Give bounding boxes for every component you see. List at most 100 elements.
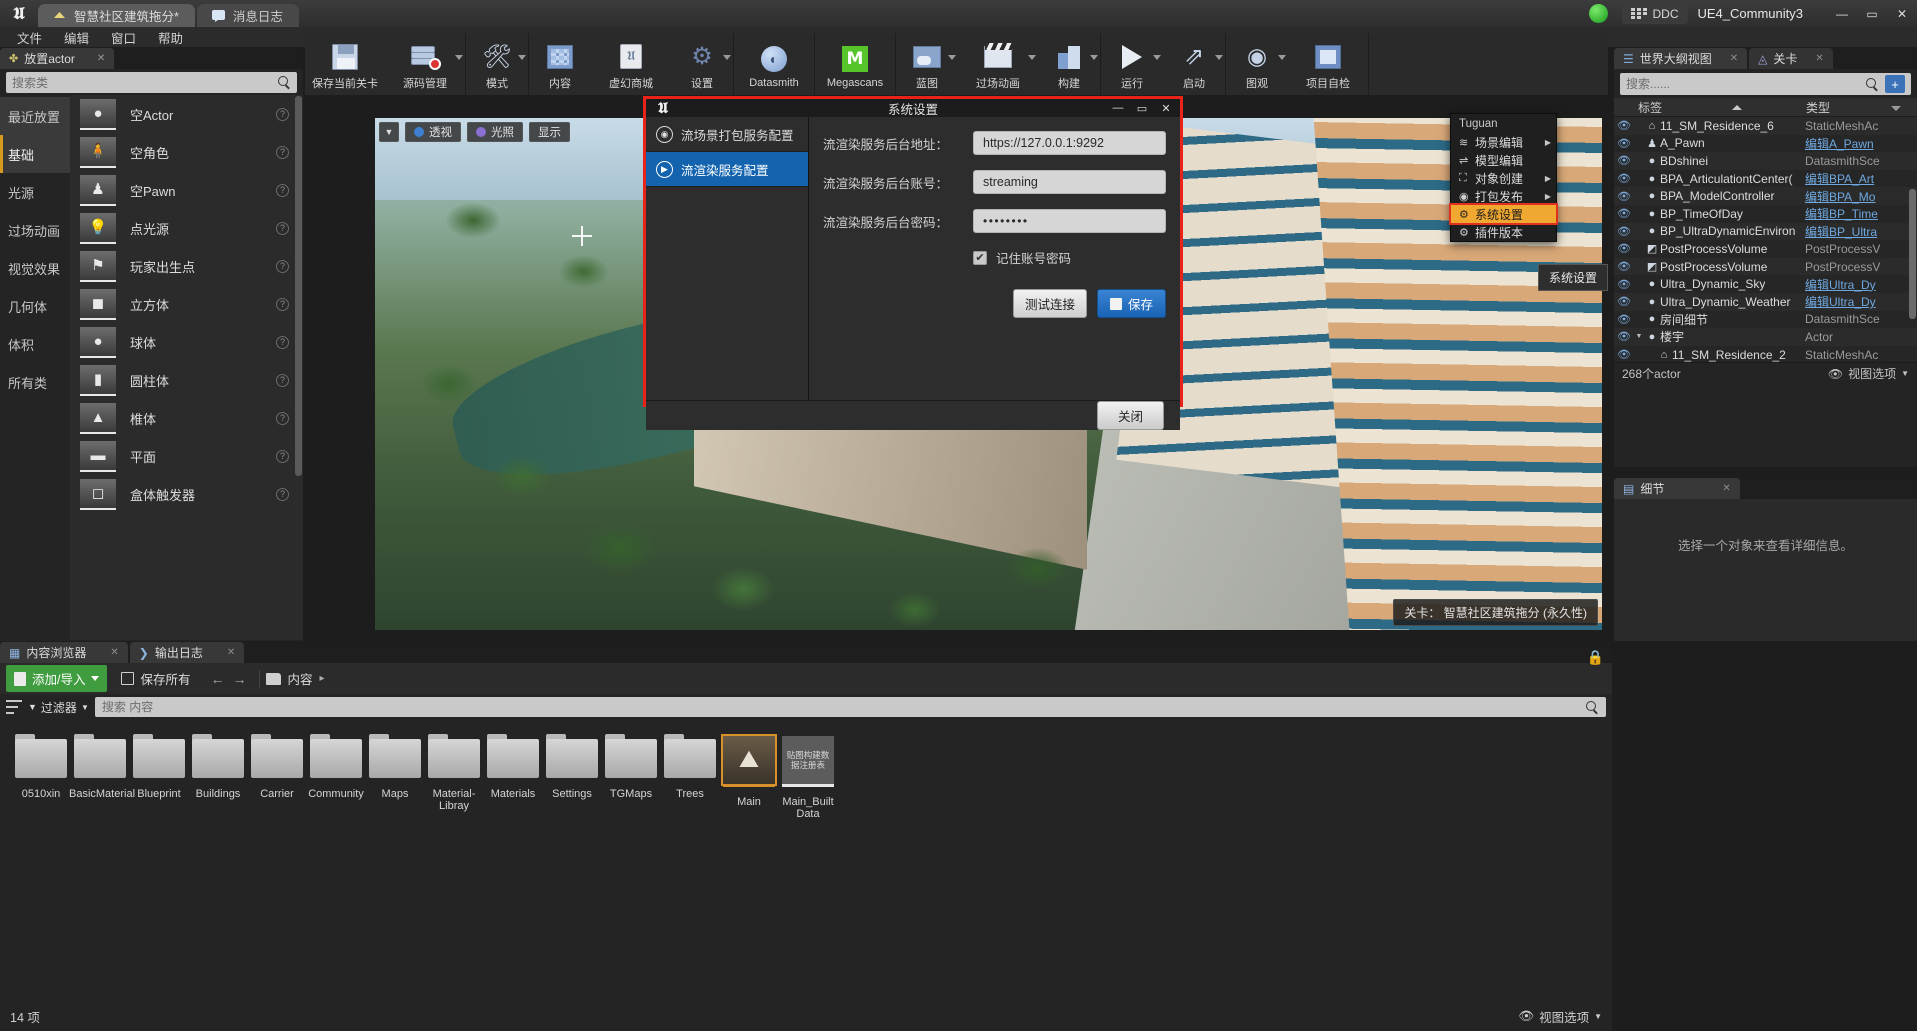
outliner-row[interactable]: 👁 ⌂ 11_SM_Residence_6 StaticMeshAc (1614, 117, 1917, 135)
place-actors-category-5[interactable]: 几何体 (0, 287, 70, 325)
place-actor-item[interactable]: ▮ 圆柱体? (70, 361, 303, 399)
visibility-eye-icon[interactable]: 👁 (1614, 278, 1634, 291)
outliner-search[interactable]: + (1620, 73, 1911, 95)
outliner-row[interactable]: 👁 ● BP_UltraDynamicEnviron 编辑BP_Ultra (1614, 222, 1917, 241)
place-actor-item[interactable]: ⚑ 玩家出生点? (70, 247, 303, 285)
content-asset[interactable]: ⛰ Main (720, 734, 778, 820)
place-actors-category-0[interactable]: 最近放置 (0, 97, 70, 135)
chevron-down-icon[interactable] (1215, 55, 1223, 60)
context-menu-item-0[interactable]: ≋ 场景编辑 ▶ (1451, 133, 1556, 151)
close-icon[interactable]: ✕ (110, 647, 118, 658)
help-icon[interactable]: ? (276, 145, 289, 159)
backend-address-input[interactable]: https://127.0.0.1:9292 (973, 131, 1166, 155)
maximize-button[interactable]: ▭ (1857, 0, 1887, 27)
chevron-down-icon[interactable] (1028, 55, 1036, 60)
backend-account-input[interactable]: streaming (973, 170, 1166, 194)
add-import-button[interactable]: 添加/导入 (6, 665, 108, 692)
menu-file[interactable]: 文件 (6, 26, 53, 49)
sources-panel-icon[interactable] (6, 700, 22, 714)
outliner-row-type[interactable]: 编辑BPA_Art (1805, 170, 1917, 187)
chevron-down-icon[interactable] (518, 55, 526, 60)
outliner-row[interactable]: 👁 ◩ PostProcessVolume PostProcessV (1614, 257, 1917, 276)
help-icon[interactable]: ? (276, 373, 289, 387)
place-actors-category-6[interactable]: 体积 (0, 325, 70, 363)
outliner-row-type[interactable]: 编辑BPA_Mo (1805, 188, 1917, 205)
chevron-right-icon[interactable]: ▸ (320, 673, 325, 684)
tab-message-log[interactable]: 消息日志 (196, 4, 299, 27)
content-asset[interactable]: 贴图构建数据注册表 Main_Built Data (779, 734, 837, 820)
outliner-row-type[interactable]: 编辑BP_Time (1805, 205, 1917, 222)
outliner-row[interactable]: 👁 ● BP_TimeOfDay 编辑BP_Time (1614, 204, 1917, 223)
toolbar-button-modes[interactable]: 🛠 模式 (466, 33, 528, 95)
place-actor-item[interactable]: ▲ 椎体? (70, 399, 303, 437)
help-icon[interactable]: ? (276, 107, 289, 121)
outliner-row[interactable]: 👁 ◩ PostProcessVolume PostProcessV (1614, 240, 1917, 258)
toolbar-button-content[interactable]: 内容 (529, 33, 591, 95)
toolbar-button-launch[interactable]: ⇗ 启动 (1163, 33, 1225, 95)
tab-place-actors[interactable]: ✤ 放置actor ✕ (0, 48, 115, 69)
content-folder[interactable]: 0510xin (12, 734, 70, 820)
visibility-eye-icon[interactable]: 👁 (1614, 348, 1634, 361)
help-icon[interactable]: ? (276, 183, 289, 197)
visibility-eye-icon[interactable]: 👁 (1614, 295, 1634, 308)
close-button[interactable]: ✕ (1887, 0, 1917, 27)
toolbar-button-play[interactable]: 运行 (1101, 33, 1163, 95)
outliner-row[interactable]: 👁 ♟ A_Pawn 编辑A_Pawn (1614, 134, 1917, 153)
place-actor-item[interactable]: ● 球体? (70, 323, 303, 361)
menu-window[interactable]: 窗口 (100, 26, 147, 49)
place-actors-category-2[interactable]: 光源 (0, 173, 70, 211)
search-input[interactable] (12, 75, 278, 90)
content-folder[interactable]: Carrier (248, 734, 306, 820)
dialog-nav-stream-render[interactable]: ▶ 流渲染服务配置 (646, 152, 808, 187)
dialog-close-button[interactable]: ✕ (1154, 98, 1178, 118)
content-folder[interactable]: Materials (484, 734, 542, 820)
content-folder[interactable]: Material-Libray (425, 734, 483, 820)
view-options-button[interactable]: 👁 视图选项 ▼ (1518, 1007, 1602, 1026)
place-actors-search[interactable] (6, 72, 297, 93)
outliner-scrollbar[interactable] (1909, 189, 1916, 319)
visibility-eye-icon[interactable]: 👁 (1614, 172, 1634, 185)
outliner-row[interactable]: 👁 ● Ultra_Dynamic_Sky 编辑Ultra_Dy (1614, 275, 1917, 293)
toolbar-button-build[interactable]: 构建 (1038, 33, 1100, 95)
content-folder[interactable]: Maps (366, 734, 424, 820)
help-icon[interactable]: ? (276, 449, 289, 463)
outliner-row[interactable]: 👁 ● BPA_ArticulationtCenter(编辑BPA_Art (1614, 169, 1917, 188)
backend-password-input[interactable]: •••••••• (973, 209, 1166, 233)
outliner-row[interactable]: 👁 ● Ultra_Dynamic_Weather 编辑Ultra_Dy (1614, 292, 1917, 311)
place-actors-category-4[interactable]: 视觉效果 (0, 249, 70, 287)
toolbar-button-cinematics[interactable]: 过场动画 (958, 33, 1038, 95)
outliner-row[interactable]: 👁 ● BDshinei DatasmithSce (1614, 152, 1917, 170)
help-icon[interactable]: ? (276, 411, 289, 425)
context-menu-item-5[interactable]: ⚙ 插件版本 (1451, 223, 1556, 241)
toolbar-button-datasmith[interactable]: ◐ Datasmith (734, 33, 814, 95)
visibility-eye-icon[interactable]: 👁 (1614, 313, 1634, 326)
minimize-button[interactable]: — (1827, 0, 1857, 27)
back-arrow-icon[interactable]: ← (211, 671, 225, 687)
content-folder[interactable]: Trees (661, 734, 719, 820)
place-actor-item[interactable]: ▬ 平面? (70, 437, 303, 475)
place-actor-item[interactable]: 💡 点光源? (70, 209, 303, 247)
viewport-show-button[interactable]: 显示 (529, 122, 570, 142)
forward-arrow-icon[interactable]: → (233, 671, 247, 687)
visibility-eye-icon[interactable]: 👁 (1614, 119, 1634, 132)
outliner-row-type[interactable]: 编辑Ultra_Dy (1805, 293, 1917, 310)
content-folder[interactable]: Buildings (189, 734, 247, 820)
help-icon[interactable]: ? (276, 335, 289, 349)
context-menu-item-3[interactable]: ◉ 打包发布 ▶ (1451, 187, 1556, 205)
context-menu-item-1[interactable]: ⇌ 模型编辑 (1451, 151, 1556, 169)
place-actor-item[interactable]: 🧍 空角色? (70, 133, 303, 171)
search-input[interactable] (101, 700, 1586, 714)
ddc-badge[interactable]: DDC (1621, 3, 1688, 24)
toolbar-button-save-level[interactable]: 保存当前关卡 (305, 33, 385, 95)
help-icon[interactable]: ? (276, 259, 289, 273)
content-folder[interactable]: BasicMaterial (69, 734, 135, 820)
tab-world-outliner[interactable]: ☰ 世界大纲视图 ✕ (1614, 48, 1748, 69)
search-input[interactable] (1626, 77, 1866, 91)
close-icon[interactable]: ✕ (97, 53, 105, 64)
add-actor-button[interactable]: + (1885, 75, 1905, 93)
menu-edit[interactable]: 编辑 (53, 26, 100, 49)
outliner-row-type[interactable]: 编辑BP_Ultra (1805, 223, 1917, 240)
dialog-minimize-button[interactable]: — (1106, 98, 1130, 118)
chevron-down-icon[interactable] (1090, 55, 1098, 60)
visibility-eye-icon[interactable]: 👁 (1614, 260, 1634, 273)
